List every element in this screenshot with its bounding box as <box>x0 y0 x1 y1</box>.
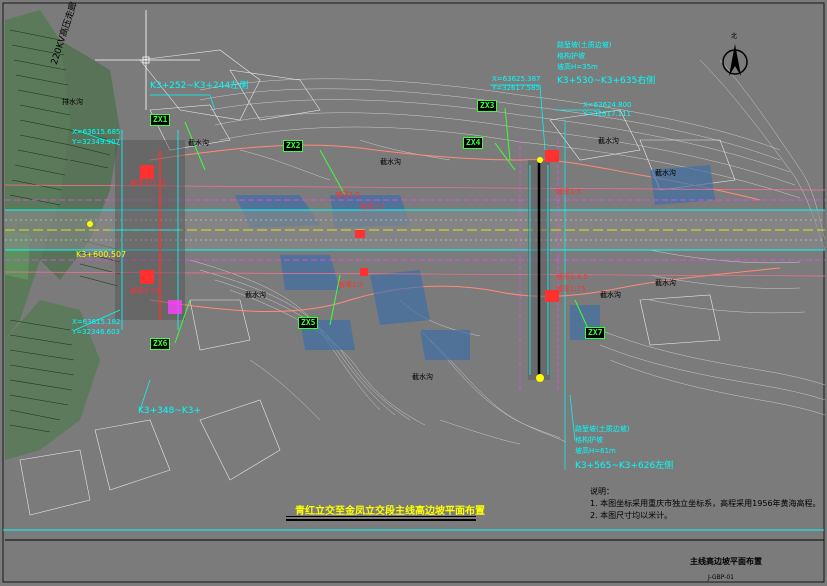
misc-label-2: 截水沟 <box>188 139 209 147</box>
slope-tag-zx6[interactable]: ZX6 <box>150 338 171 350</box>
station-left-lower: K3+348~K3+ <box>138 406 202 416</box>
slope-spec-bottom-line2: 格构护坡 <box>575 436 603 444</box>
left-coord-3: X=63615.182 <box>72 318 121 326</box>
misc-label-5: 截水沟 <box>655 169 676 177</box>
north-label: 北 <box>731 33 738 40</box>
station-range-bottom: K3+565~K3+626左侧 <box>575 461 674 471</box>
gradient-label-3: 坡率1:1 <box>360 203 386 211</box>
gradient-label-1: 坡率1:0.75 <box>130 179 167 187</box>
slope-spec-top-line2: 格构护坡 <box>557 52 585 60</box>
slope-spec-top-line1: 路堑坡(土质边坡) <box>557 41 612 49</box>
left-coord-1: X=63615.685 <box>72 128 121 136</box>
left-coord-2: Y=32349.907 <box>72 138 120 146</box>
misc-label-8: 截水沟 <box>655 279 676 287</box>
cross-structures <box>115 120 566 470</box>
station-range-top: K3+530~K3+635右侧 <box>557 76 656 86</box>
misc-label-6: 截水沟 <box>245 291 266 299</box>
misc-label-3: 截水沟 <box>380 158 401 166</box>
slope-tag-zx7[interactable]: ZX7 <box>585 327 606 339</box>
top-coord-1: X=63625.387 <box>492 75 541 83</box>
title-underline-2 <box>286 519 476 521</box>
misc-label-1: 排水沟 <box>62 98 83 106</box>
slope-spec-bottom-line3: 坡高H=61m <box>575 447 616 455</box>
station-marker-left <box>87 221 93 227</box>
slope-spec-bottom-line1: 路堑坡(土质边坡) <box>575 425 630 433</box>
notes-item-2: 2. 本图尺寸均以米计。 <box>590 511 673 520</box>
blue-hatching <box>235 165 715 360</box>
top-coord-2: Y=32617.585 <box>492 84 540 92</box>
notes-item-1: 1. 本图坐标采用重庆市独立坐标系，高程采用1956年黄海高程。 <box>590 499 821 508</box>
north-arrow-icon <box>722 44 748 76</box>
slope-spec-top-line3: 坡高H=35m <box>557 63 598 71</box>
top-coord-3: X=63624.800 <box>583 101 632 109</box>
misc-label-4: 截水沟 <box>598 137 619 145</box>
slope-tag-zx4[interactable]: ZX4 <box>463 137 484 149</box>
gradient-label-8: 坡率1:5 <box>338 281 364 289</box>
misc-label-7: 截水沟 <box>600 291 621 299</box>
title-underline-1 <box>286 516 476 517</box>
gradient-label-4: 坡率1:5 <box>556 188 582 196</box>
gradient-label-7: 坡率1:4.5 <box>556 273 588 281</box>
misc-label-9: 截水沟 <box>412 373 433 381</box>
gradient-label-2: 坡率1:5 <box>335 191 361 199</box>
slope-tag-zx2[interactable]: ZX2 <box>283 140 304 152</box>
gradient-label-6: 坡率1:75 <box>556 285 586 293</box>
gradient-label-5: 坡率1:75 <box>130 287 160 295</box>
contour-field <box>189 59 826 445</box>
station-marker-top <box>537 157 543 163</box>
slope-tag-zx5[interactable]: ZX5 <box>298 317 319 329</box>
cad-drawing-canvas: 北 220KV高压走廊 ZX1 ZX2 ZX3 ZX4 ZX5 ZX6 ZX7 … <box>0 0 827 586</box>
top-coord-4: Y=32617.111 <box>583 110 631 118</box>
station-marker-bottom <box>536 374 544 382</box>
sheet-title: 主线高边坡平面布置 <box>690 557 762 566</box>
left-coord-4: Y=32346.603 <box>72 328 120 336</box>
slope-tag-zx3[interactable]: ZX3 <box>477 100 498 112</box>
magenta-marker <box>168 300 182 314</box>
station-left-mid: K3+600.507 <box>76 250 127 259</box>
drawing-notes: 说明： 1. 本图坐标采用重庆市独立坐标系，高程采用1956年黄海高程。 2. … <box>590 486 821 522</box>
station-left-upper: K3+252~K3+244左侧 <box>150 81 249 91</box>
slope-tag-zx1[interactable]: ZX1 <box>150 114 171 126</box>
drawing-title: 青红立交至金凤立交段主线高边坡平面布置 <box>295 506 485 517</box>
notes-heading: 说明： <box>590 487 614 496</box>
sheet-number: J-GBP-01 <box>708 574 734 581</box>
